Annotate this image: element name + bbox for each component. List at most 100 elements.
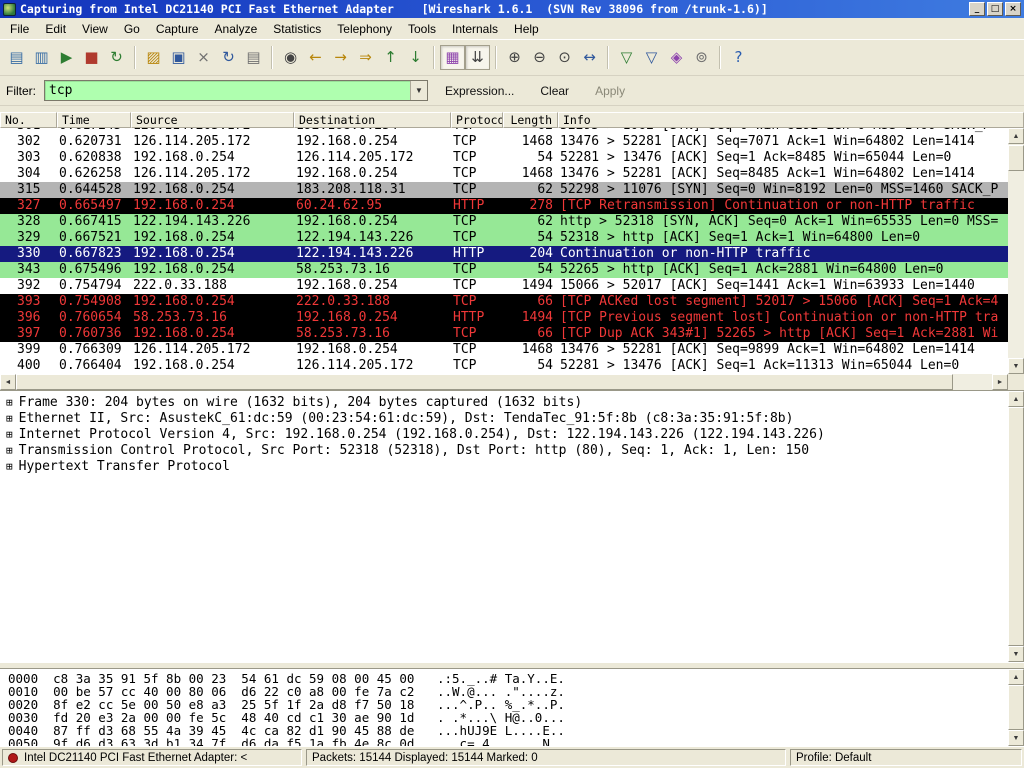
packet-row-328[interactable]: 328 0.667415 122.194.143.226 192.168.0.254 T…: [0, 214, 1008, 230]
go-first-icon[interactable]: ↑: [378, 45, 403, 70]
column-header-len[interactable]: Length: [503, 112, 558, 128]
packet-row-327[interactable]: 327 0.665497 192.168.0.254 60.24.62.95 HTTP 2…: [0, 198, 1008, 214]
go-forward-icon[interactable]: →: [328, 45, 353, 70]
print-icon[interactable]: ▤: [241, 45, 266, 70]
packet-row-397[interactable]: 397 0.760736 192.168.0.254 58.253.73.16 TCP 6…: [0, 326, 1008, 342]
menu-item-file[interactable]: File: [2, 19, 37, 39]
detail-line[interactable]: ⊞ Internet Protocol Version 4, Src: 192.1…: [0, 427, 1008, 443]
column-header-no[interactable]: No.: [0, 112, 57, 128]
preferences-icon[interactable]: ⊚: [689, 45, 714, 70]
save-capture-icon[interactable]: ▣: [166, 45, 191, 70]
scroll-right-icon[interactable]: ►: [992, 374, 1008, 390]
resize-columns-icon[interactable]: ↔: [577, 45, 602, 70]
filter-input[interactable]: tcp ▼: [44, 80, 428, 101]
menu-item-help[interactable]: Help: [506, 19, 547, 39]
hex-line[interactable]: 0050 9f d6 d3 63 3d b1 34 7f d6 da f5 1a…: [8, 737, 1008, 746]
clear-button[interactable]: Clear: [531, 82, 578, 100]
help-icon[interactable]: ?: [726, 45, 751, 70]
capture-restart-icon[interactable]: ↻: [104, 45, 129, 70]
minimize-button[interactable]: _: [969, 2, 985, 16]
packet-row-303[interactable]: 303 0.620838 192.168.0.254 126.114.205.172 T…: [0, 150, 1008, 166]
display-filters-icon[interactable]: ▽: [639, 45, 664, 70]
coloring-rules-icon[interactable]: ◈: [664, 45, 689, 70]
scroll-track[interactable]: [1008, 407, 1024, 646]
find-packet-icon[interactable]: ◉: [278, 45, 303, 70]
scroll-thumb[interactable]: [1008, 407, 1024, 646]
scroll-down-icon[interactable]: ▼: [1008, 646, 1024, 662]
hscroll-thumb[interactable]: [16, 374, 953, 390]
column-header-info[interactable]: Info: [558, 112, 1024, 128]
packet-row-302[interactable]: 302 0.620731 126.114.205.172 192.168.0.254 T…: [0, 134, 1008, 150]
expander-icon[interactable]: ⊞: [6, 459, 13, 475]
filter-label[interactable]: Filter:: [6, 84, 36, 98]
close-capture-icon[interactable]: ×: [191, 45, 216, 70]
hex-vscrollbar[interactable]: ▲ ▼: [1008, 669, 1024, 746]
packet-row-315[interactable]: 315 0.644528 192.168.0.254 183.208.118.31 TC…: [0, 182, 1008, 198]
capture-start-icon[interactable]: ▶: [54, 45, 79, 70]
expander-icon[interactable]: ⊞: [6, 395, 13, 411]
filter-dropdown-icon[interactable]: ▼: [410, 81, 427, 100]
expander-icon[interactable]: ⊞: [6, 443, 13, 459]
packet-row-343[interactable]: 343 0.675496 192.168.0.254 58.253.73.16 TCP 5…: [0, 262, 1008, 278]
column-header-proto[interactable]: Protocol: [451, 112, 503, 128]
go-to-packet-icon[interactable]: ⇒: [353, 45, 378, 70]
column-header-time[interactable]: Time: [57, 112, 131, 128]
status-capture-info[interactable]: Intel DC21140 PCI Fast Ethernet Adapter:…: [2, 749, 302, 766]
detail-line[interactable]: ⊞ Frame 330: 204 bytes on wire (1632 bits…: [0, 395, 1008, 411]
menu-item-telephony[interactable]: Telephony: [329, 19, 400, 39]
packet-row-392[interactable]: 392 0.754794 222.0.33.188 192.168.0.254 TCP 1…: [0, 278, 1008, 294]
apply-button[interactable]: Apply: [586, 82, 634, 100]
colorize-toggle[interactable]: ▦: [440, 45, 465, 70]
packet-row-330[interactable]: 330 0.667823 192.168.0.254 122.194.143.226 H…: [0, 246, 1008, 262]
details-vscrollbar[interactable]: ▲ ▼: [1008, 391, 1024, 662]
menu-item-edit[interactable]: Edit: [37, 19, 74, 39]
column-header-dst[interactable]: Destination: [294, 112, 451, 128]
packet-row-399[interactable]: 399 0.766309 126.114.205.172 192.168.0.254 T…: [0, 342, 1008, 358]
packet-list-vscrollbar[interactable]: ▲ ▼: [1008, 128, 1024, 374]
scroll-thumb[interactable]: [1008, 145, 1024, 171]
scroll-track[interactable]: [1008, 144, 1024, 358]
scroll-down-icon[interactable]: ▼: [1008, 358, 1024, 374]
title-bar[interactable]: Capturing from Intel DC21140 PCI Fast Et…: [0, 0, 1024, 18]
scroll-up-icon[interactable]: ▲: [1008, 669, 1024, 685]
expander-icon[interactable]: ⊞: [6, 411, 13, 427]
packet-row-396[interactable]: 396 0.760654 58.253.73.16 192.168.0.254 HTTP…: [0, 310, 1008, 326]
detail-line[interactable]: ⊞ Transmission Control Protocol, Src Port…: [0, 443, 1008, 459]
hscroll-track[interactable]: [16, 374, 992, 390]
reload-icon[interactable]: ↻: [216, 45, 241, 70]
packet-row-393[interactable]: 393 0.754908 192.168.0.254 222.0.33.188 TCP 6…: [0, 294, 1008, 310]
packet-row-304[interactable]: 304 0.626258 126.114.205.172 192.168.0.254 T…: [0, 166, 1008, 182]
scroll-track[interactable]: [1008, 685, 1024, 730]
go-last-icon[interactable]: ↓: [403, 45, 428, 70]
detail-line[interactable]: ⊞ Hypertext Transfer Protocol: [0, 459, 1008, 475]
scroll-up-icon[interactable]: ▲: [1008, 128, 1024, 144]
maximize-button[interactable]: □: [987, 2, 1003, 16]
scroll-up-icon[interactable]: ▲: [1008, 391, 1024, 407]
scroll-left-icon[interactable]: ◄: [0, 374, 16, 390]
open-capture-icon[interactable]: ▨: [141, 45, 166, 70]
scroll-down-icon[interactable]: ▼: [1008, 730, 1024, 746]
menu-item-go[interactable]: Go: [116, 19, 148, 39]
capture-options-icon[interactable]: ▥: [29, 45, 54, 70]
scroll-thumb[interactable]: [1008, 685, 1024, 730]
menu-item-capture[interactable]: Capture: [148, 19, 207, 39]
packet-row-400[interactable]: 400 0.766404 192.168.0.254 126.114.205.172 T…: [0, 358, 1008, 374]
expander-icon[interactable]: ⊞: [6, 427, 13, 443]
capture-stop-icon[interactable]: ■: [79, 45, 104, 70]
menu-item-analyze[interactable]: Analyze: [207, 19, 266, 39]
detail-line[interactable]: ⊞ Ethernet II, Src: AsustekC_61:dc:59 (00…: [0, 411, 1008, 427]
autoscroll-toggle[interactable]: ⇊: [465, 45, 490, 70]
zoom-out-icon[interactable]: ⊖: [527, 45, 552, 70]
column-header-src[interactable]: Source: [131, 112, 294, 128]
go-back-icon[interactable]: ←: [303, 45, 328, 70]
menu-item-internals[interactable]: Internals: [444, 19, 506, 39]
packet-list-hscrollbar[interactable]: ◄ ►: [0, 374, 1024, 390]
capture-filters-icon[interactable]: ▽: [614, 45, 639, 70]
expression-button[interactable]: Expression...: [436, 82, 523, 100]
zoom-in-icon[interactable]: ⊕: [502, 45, 527, 70]
menu-item-statistics[interactable]: Statistics: [265, 19, 329, 39]
menu-item-tools[interactable]: Tools: [400, 19, 444, 39]
close-button[interactable]: ×: [1005, 2, 1021, 16]
zoom-100-icon[interactable]: ⊙: [552, 45, 577, 70]
interface-list-icon[interactable]: ▤: [4, 45, 29, 70]
